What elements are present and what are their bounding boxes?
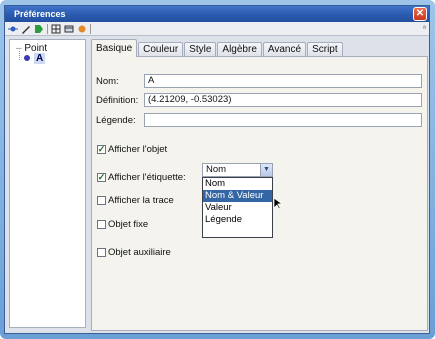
pen-icon[interactable] [21, 24, 31, 34]
show-trace-row[interactable]: Afficher la trace [97, 194, 174, 206]
tree-node-a[interactable]: A [24, 53, 46, 64]
fixed-object-label: Objet fixe [108, 218, 149, 230]
show-object-label: Afficher l'objet [108, 143, 168, 155]
properties-panel: Basique Couleur Style Algèbre Avancé Scr… [91, 39, 428, 331]
fixed-object-row[interactable]: Objet fixe [97, 218, 148, 230]
option-legende[interactable]: Légende [203, 214, 272, 226]
legend-row: Légende: [96, 113, 422, 127]
option-nom-valeur[interactable]: Nom & Valeur [203, 190, 272, 202]
preferences-window: Préférences ✕ ª – Point A Basique Couleu… [4, 5, 430, 334]
aux-object-row[interactable]: Objet auxiliaire [97, 246, 171, 258]
show-trace-checkbox[interactable] [97, 195, 106, 205]
option-valeur[interactable]: Valeur [203, 202, 272, 214]
tab-basique[interactable]: Basique [91, 39, 138, 57]
name-row: Nom: A [96, 74, 422, 88]
title-bar[interactable]: Préférences ✕ [5, 6, 429, 22]
tab-algebre[interactable]: Algèbre [217, 42, 262, 57]
label-mode-value: Nom [206, 164, 227, 175]
definition-field[interactable]: (4.21209, -0.53023) [144, 93, 422, 107]
show-trace-label: Afficher la trace [108, 194, 174, 206]
toolbar-separator [90, 23, 91, 34]
show-object-checkbox[interactable]: ✓ [97, 144, 106, 154]
legend-field[interactable] [144, 113, 422, 127]
definition-label: Définition: [96, 94, 139, 106]
show-label-label: Afficher l'étiquette: [108, 171, 186, 183]
window-frame: Préférences ✕ ª – Point A Basique Couleu… [0, 0, 435, 339]
object-tree: – Point A [9, 39, 86, 328]
option-nom[interactable]: Nom [203, 178, 272, 190]
tab-style[interactable]: Style [184, 42, 217, 57]
label-mode-select[interactable]: Nom ▼ [202, 163, 273, 177]
tree-connector [19, 51, 20, 60]
name-label: Nom: [96, 75, 119, 87]
toolbar: ª [5, 22, 429, 36]
toolbar-separator [47, 23, 48, 34]
toolbar-overflow-icon[interactable]: ª [423, 24, 426, 33]
legend-label: Légende: [96, 114, 136, 126]
show-object-row[interactable]: ✓ Afficher l'objet [97, 143, 167, 155]
window-title: Préférences [14, 9, 66, 19]
tag-icon[interactable] [34, 24, 44, 34]
point-icon[interactable] [8, 24, 18, 34]
mouse-cursor-icon [273, 197, 284, 213]
tree-node-label: A [34, 53, 46, 64]
name-field[interactable]: A [144, 74, 422, 88]
fixed-object-checkbox[interactable] [97, 219, 106, 229]
table-icon[interactable] [64, 24, 74, 34]
show-label-row[interactable]: ✓ Afficher l'étiquette: [97, 171, 186, 183]
color-icon[interactable] [77, 24, 87, 34]
close-button[interactable]: ✕ [413, 7, 427, 21]
tab-avance[interactable]: Avancé [262, 42, 307, 57]
tab-script[interactable]: Script [307, 42, 343, 57]
grid-icon[interactable] [51, 24, 61, 34]
aux-object-label: Objet auxiliaire [108, 246, 171, 258]
point-dot-icon [24, 55, 30, 62]
aux-object-checkbox[interactable] [97, 247, 106, 257]
definition-row: Définition: (4.21209, -0.53023) [96, 93, 422, 107]
label-mode-dropdown: Nom Nom & Valeur Valeur Légende [202, 177, 273, 238]
tab-bar: Basique Couleur Style Algèbre Avancé Scr… [91, 39, 344, 57]
chevron-down-icon[interactable]: ▼ [260, 164, 272, 176]
show-label-checkbox[interactable]: ✓ [97, 172, 106, 182]
tab-couleur[interactable]: Couleur [138, 42, 184, 57]
